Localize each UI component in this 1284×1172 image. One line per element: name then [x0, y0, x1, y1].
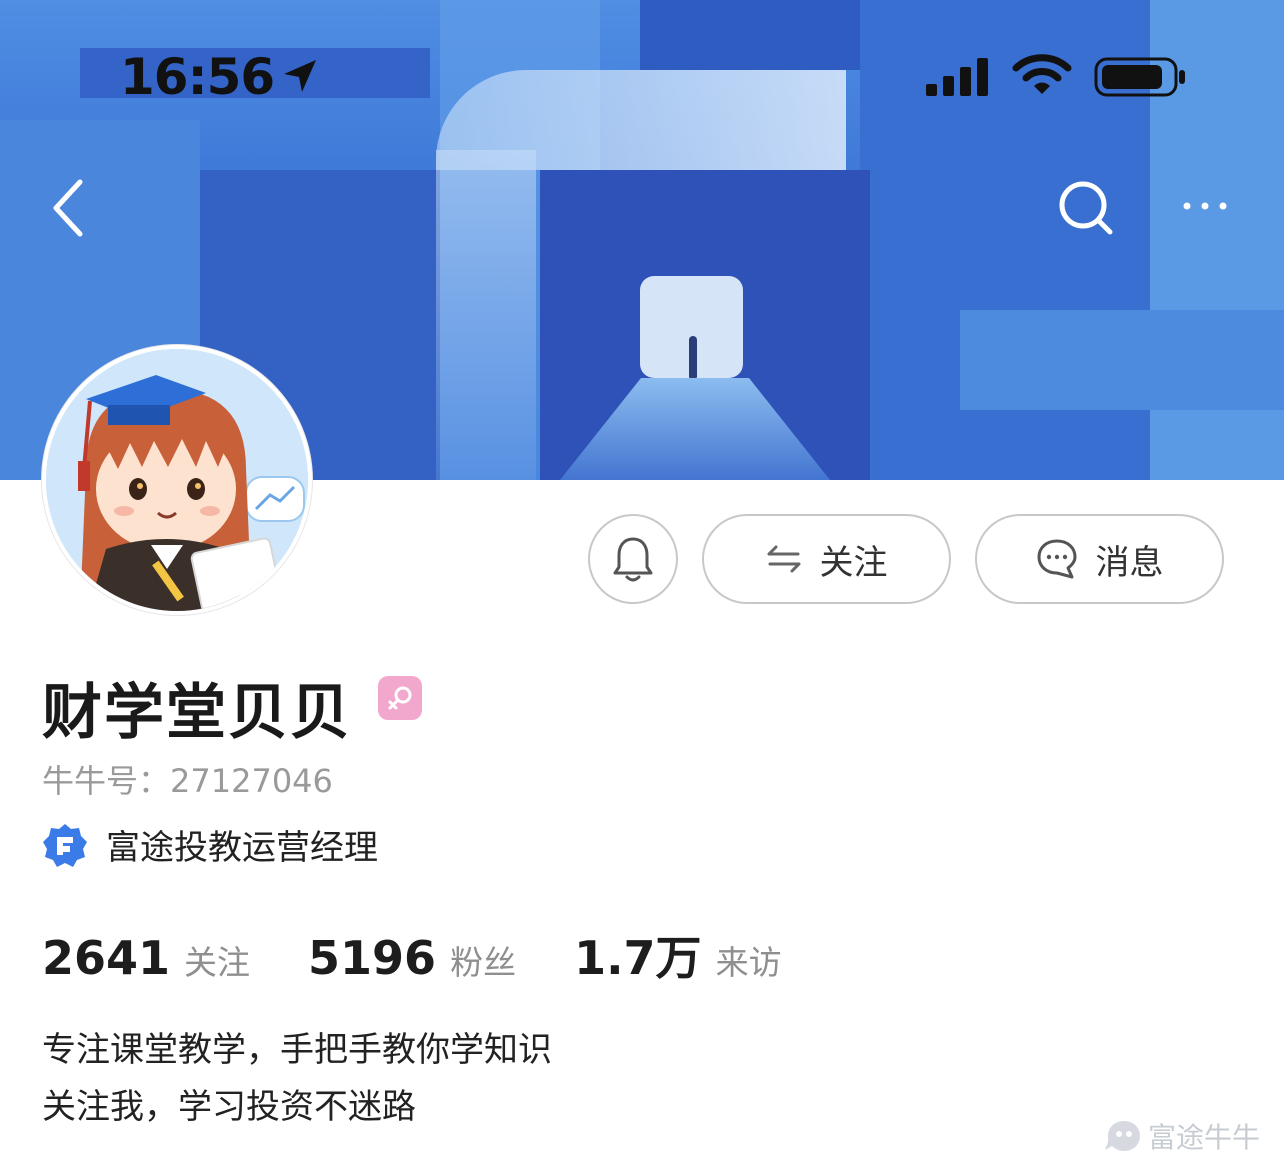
- stat-followers-label: 粉丝: [450, 943, 517, 982]
- user-id-row: 牛牛号：27127046: [42, 756, 333, 802]
- stat-visitors-value: 1.7万: [574, 931, 702, 985]
- stat-followers[interactable]: 5196 粉丝: [308, 931, 516, 985]
- avatar[interactable]: [42, 345, 312, 615]
- more-icon[interactable]: [1182, 196, 1228, 216]
- battery-icon: [1094, 57, 1185, 97]
- bell-icon: [613, 537, 653, 582]
- search-icon[interactable]: [1058, 180, 1114, 236]
- female-gender-icon: [378, 676, 422, 720]
- notification-bell-button[interactable]: [588, 514, 678, 604]
- verification-text: 富途投教运营经理: [106, 828, 378, 868]
- stat-following-value: 2641: [42, 931, 171, 985]
- stat-following[interactable]: 2641 关注: [42, 931, 250, 985]
- message-label: 消息: [1095, 542, 1164, 583]
- chat-bubble-icon: [1037, 539, 1076, 579]
- user-id-value: 27127046: [170, 762, 333, 800]
- stat-following-label: 关注: [184, 943, 251, 982]
- stat-visitors-label: 来访: [715, 943, 782, 982]
- wifi-icon: [1012, 54, 1072, 94]
- follow-label: 关注: [819, 542, 888, 583]
- cellular-signal-icon: [926, 58, 988, 96]
- profile-name: 财学堂贝贝: [42, 678, 352, 748]
- user-id-label: 牛牛号：: [42, 762, 171, 800]
- location-arrow-icon: [284, 60, 316, 92]
- verified-badge-icon: [43, 823, 87, 867]
- stat-followers-value: 5196: [308, 931, 437, 985]
- avatar-illustration: [46, 349, 308, 611]
- message-button[interactable]: 消息: [975, 514, 1224, 604]
- verification-row: 富途投教运营经理: [42, 820, 378, 869]
- bio-line-2: 关注我，学习投资不迷路: [42, 1087, 416, 1127]
- stats-row: 2641 关注 5196 粉丝 1.7万 来访: [42, 922, 840, 988]
- follow-button[interactable]: 关注: [702, 514, 951, 604]
- bio-line-1: 专注课堂教学，手把手教你学知识: [42, 1030, 552, 1070]
- stat-visitors[interactable]: 1.7万 来访: [574, 922, 782, 988]
- swap-arrows-icon: [767, 545, 800, 573]
- status-time: 16:56: [120, 48, 275, 106]
- watermark-text: 富途牛牛: [1148, 1121, 1261, 1154]
- futu-logo-icon: [1105, 1121, 1140, 1151]
- back-icon[interactable]: [46, 176, 92, 240]
- watermark: 富途牛牛: [1102, 1116, 1260, 1156]
- profile-bio: 专注课堂教学，手把手教你学知识 关注我，学习投资不迷路: [42, 1022, 552, 1136]
